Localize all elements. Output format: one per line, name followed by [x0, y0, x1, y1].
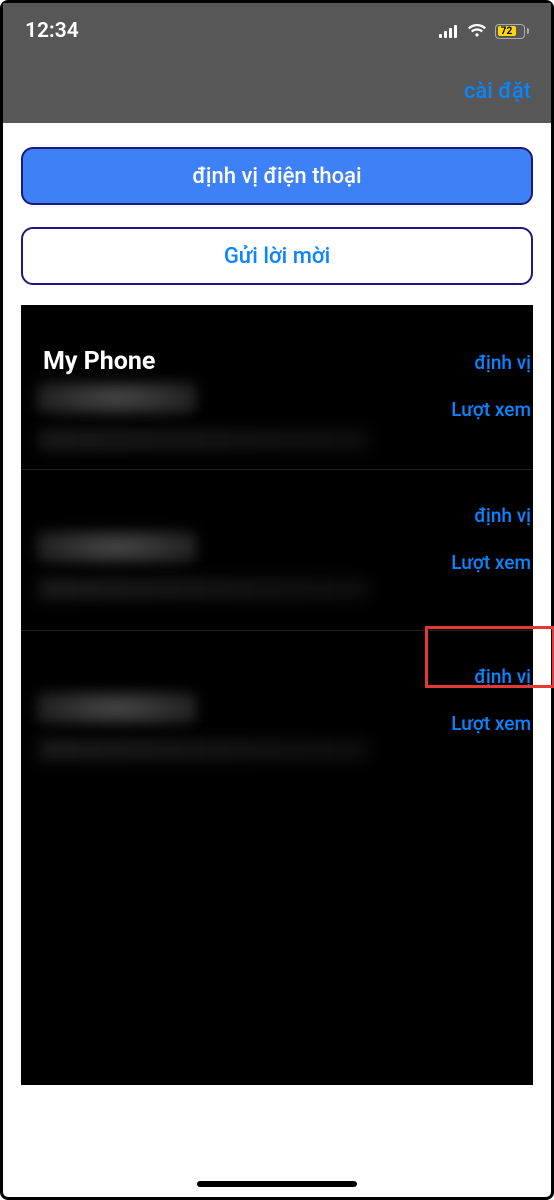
view-link[interactable]: Lượt xem [451, 712, 533, 735]
battery-icon: 72 [495, 24, 529, 39]
devices-list: My Phone định vị Lượt xem định vị Lượt x… [21, 305, 533, 1085]
redacted-device-name [37, 530, 197, 564]
list-item: định vị Lượt xem [21, 631, 533, 761]
status-indicators: 72 [439, 24, 529, 39]
redacted-device-name [37, 691, 197, 725]
view-link[interactable]: Lượt xem [451, 551, 533, 574]
redacted-device-detail [39, 739, 369, 761]
wifi-icon [467, 24, 487, 38]
locate-phone-button[interactable]: định vị điện thoại [21, 147, 533, 205]
view-link[interactable]: Lượt xem [451, 398, 533, 421]
redacted-device-name [37, 381, 197, 415]
status-time: 12:34 [25, 19, 79, 43]
action-buttons-area: định vị điện thoại Gửi lời mời [3, 123, 551, 305]
status-bar: 12:34 72 [3, 3, 551, 59]
locate-link[interactable]: định vị [474, 351, 533, 374]
my-phone-title: My Phone [43, 347, 393, 376]
navigation-bar: cài đặt [3, 59, 551, 123]
cellular-signal-icon [439, 24, 459, 38]
locate-link[interactable]: định vị [474, 504, 533, 527]
send-invite-button[interactable]: Gửi lời mời [21, 227, 533, 285]
settings-link[interactable]: cài đặt [464, 79, 531, 104]
list-item: định vị Lượt xem [21, 470, 533, 600]
battery-percentage: 72 [498, 26, 516, 36]
home-indicator[interactable] [197, 1181, 357, 1187]
redacted-device-detail [39, 578, 369, 600]
redacted-device-detail [39, 429, 369, 451]
locate-link[interactable]: định vị [474, 665, 533, 688]
